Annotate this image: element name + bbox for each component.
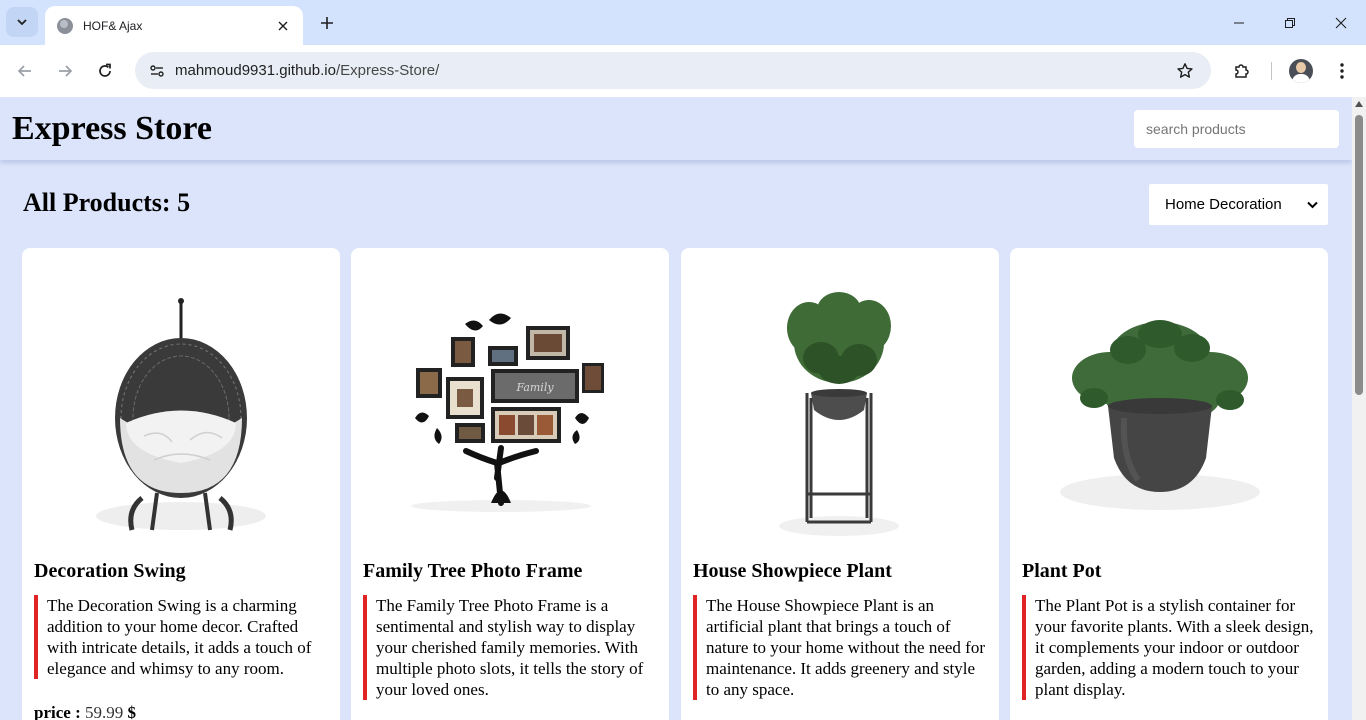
puzzle-icon [1235,64,1249,78]
product-description: The Plant Pot is a stylish container for… [1022,595,1318,700]
minimize-button[interactable] [1213,0,1264,45]
back-button[interactable] [11,57,39,85]
page-scrollbar[interactable] [1352,97,1366,720]
more-vertical-icon [1340,63,1344,79]
bookmark-star-icon[interactable] [1169,55,1201,87]
price-label: price : [34,703,81,720]
restore-icon [1284,17,1295,28]
product-price: price : 59.99 $ [34,703,136,720]
product-card[interactable]: Decoration Swing The Decoration Swing is… [22,248,340,720]
forward-button[interactable] [51,57,79,85]
product-description: The Decoration Swing is a charming addit… [34,595,330,679]
product-title: Decoration Swing [34,560,186,582]
site-title: Express Store [12,110,212,147]
price-currency: $ [127,703,136,720]
url-path: /Express-Store/ [335,62,440,79]
product-card[interactable]: Plant Pot The Plant Pot is a stylish con… [1010,248,1328,720]
category-filter-select[interactable]: Home Decoration [1149,184,1328,225]
url-domain: mahmoud9931.github.io [175,62,336,79]
browser-tab-active[interactable]: HOF& Ajax [45,6,303,45]
product-title: House Showpiece Plant [693,560,892,582]
chevron-down-icon [1307,201,1318,208]
arrow-right-icon [59,65,73,77]
site-info-icon[interactable] [139,52,175,89]
product-title: Family Tree Photo Frame [363,560,583,582]
product-card[interactable]: House Showpiece Plant The House Showpiec… [681,248,999,720]
product-title: Plant Pot [1022,560,1102,582]
product-description: The House Showpiece Plant is an artifici… [693,595,989,700]
search-input[interactable] [1134,110,1339,148]
showpiece-plant-image [779,292,899,536]
globe-icon [57,17,73,34]
site-header: Express Store [0,97,1352,160]
close-tab-icon[interactable] [275,18,291,34]
plus-icon [321,17,333,29]
close-window-button[interactable] [1315,0,1366,45]
price-value: 59.99 [84,703,124,720]
product-card[interactable]: Family Family Tree Photo Frame The Famil… [351,248,669,720]
reload-icon [99,63,111,77]
url-text: mahmoud9931.github.io/Express-Store/ [175,62,1169,79]
restore-button[interactable] [1264,0,1315,45]
new-tab-button[interactable] [314,10,340,36]
arrow-left-icon [17,65,31,77]
browser-tabstrip: HOF& Ajax [0,0,1366,45]
page-viewport: Express Store All Products: 5 Home Decor… [0,97,1366,720]
window-controls [1213,0,1366,45]
products-count-heading: All Products: 5 [23,188,191,217]
product-description: The Family Tree Photo Frame is a sentime… [363,595,659,700]
swing-chair-image [96,298,266,531]
tab-title: HOF& Ajax [83,18,143,33]
tab-search-button[interactable] [6,7,38,37]
close-icon [1335,17,1346,28]
svg-text:Family: Family [515,381,554,394]
address-bar[interactable]: mahmoud9931.github.io/Express-Store/ [135,52,1211,89]
plant-pot-image [1060,320,1260,510]
browser-toolbar: mahmoud9931.github.io/Express-Store/ [0,45,1366,97]
toolbar-divider [1271,62,1272,80]
chevron-down-icon [17,19,27,26]
minimize-icon [1233,22,1244,23]
profile-avatar[interactable] [1289,59,1313,83]
browser-menu-button[interactable] [1330,57,1354,85]
extensions-button[interactable] [1228,57,1256,85]
family-tree-frame-image: Family [411,313,604,512]
scrollbar-thumb[interactable] [1355,115,1363,395]
reload-button[interactable] [91,57,119,85]
scroll-up-arrow-icon[interactable] [1355,101,1363,107]
category-selected-value: Home Decoration [1165,196,1282,213]
